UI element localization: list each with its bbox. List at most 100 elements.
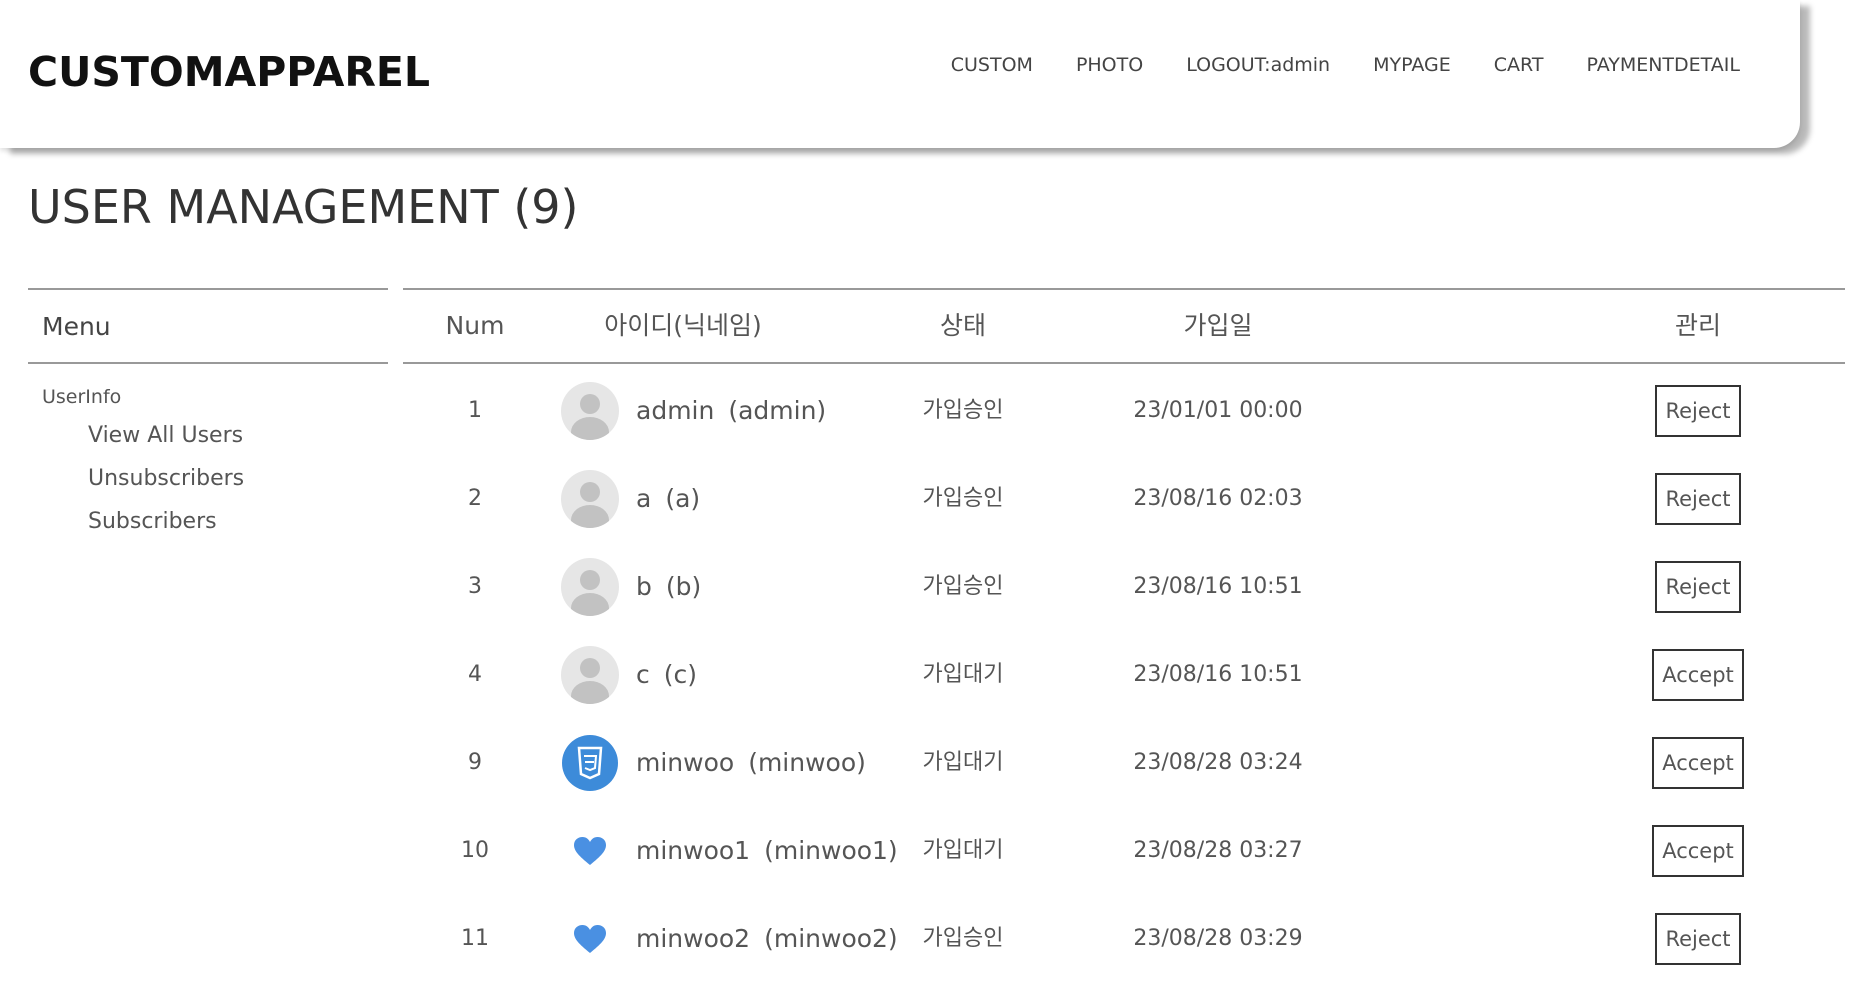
sidebar: Menu UserInfo View All Users Unsubscribe… xyxy=(28,288,388,543)
row-user[interactable]: minwoo1 (minwoo1) xyxy=(636,807,898,895)
table-header: Num 아이디(닉네임) 상태 가입일 관리 xyxy=(403,288,1845,364)
top-header: CUSTOMAPPAREL CUSTOM PHOTO LOGOUT:admin MYP… xyxy=(0,0,1800,148)
row-manage: Reject xyxy=(1573,543,1823,631)
column-header-status: 상태 xyxy=(939,311,986,340)
row-num: 11 xyxy=(461,926,489,951)
accept-button[interactable]: Accept xyxy=(1652,737,1744,789)
user-nickname: (c) xyxy=(663,660,698,689)
user-id: a xyxy=(636,484,652,513)
row-manage: Accept xyxy=(1573,719,1823,807)
reject-button[interactable]: Reject xyxy=(1655,561,1741,613)
table-row: 1 admin (admin) 가입승인 23/01/01 00:00 Reject xyxy=(403,367,1845,455)
row-manage: Reject xyxy=(1573,367,1823,455)
column-header-num: Num xyxy=(445,311,505,340)
row-user[interactable]: c (c) xyxy=(636,631,697,719)
row-avatar xyxy=(561,895,619,983)
reject-button[interactable]: Reject xyxy=(1655,473,1741,525)
nav-custom[interactable]: CUSTOM xyxy=(951,54,1033,76)
nav-cart[interactable]: CART xyxy=(1494,54,1544,76)
sidebar-header: Menu xyxy=(28,288,388,364)
default-avatar-icon xyxy=(561,558,619,616)
row-avatar xyxy=(561,367,619,455)
row-num: 2 xyxy=(468,486,482,511)
row-join-date: 23/08/28 03:29 xyxy=(1133,926,1303,951)
reject-button[interactable]: Reject xyxy=(1655,385,1741,437)
row-avatar xyxy=(561,543,619,631)
user-id: b xyxy=(636,572,652,601)
column-header-manage: 관리 xyxy=(1674,311,1721,340)
row-status: 가입승인 xyxy=(922,926,1004,951)
row-status: 가입대기 xyxy=(922,838,1004,863)
user-id: c xyxy=(636,660,650,689)
row-avatar xyxy=(561,719,619,807)
accept-button[interactable]: Accept xyxy=(1652,825,1744,877)
row-user[interactable]: a (a) xyxy=(636,455,700,543)
row-manage: Accept xyxy=(1573,807,1823,895)
row-avatar xyxy=(561,631,619,719)
heart-icon xyxy=(570,831,610,871)
accept-button[interactable]: Accept xyxy=(1652,649,1744,701)
default-avatar-icon xyxy=(561,646,619,704)
sidebar-section-userinfo: UserInfo xyxy=(42,386,122,408)
user-table: Num 아이디(닉네임) 상태 가입일 관리 1 admin (admin) 가입승인… xyxy=(403,288,1845,983)
row-join-date: 23/08/16 10:51 xyxy=(1133,574,1303,599)
table-row: 2 a (a) 가입승인 23/08/16 02:03 Reject xyxy=(403,455,1845,543)
css3-badge-icon xyxy=(562,735,618,791)
sidebar-links: View All Users Unsubscribers Subscribers xyxy=(28,414,388,543)
sidebar-item-subscribers[interactable]: Subscribers xyxy=(88,500,388,543)
top-nav: CUSTOM PHOTO LOGOUT:admin MYPAGE CART PAYMENT… xyxy=(951,54,1740,76)
heart-icon xyxy=(570,919,610,959)
sidebar-item-view-all-users[interactable]: View All Users xyxy=(88,414,388,457)
row-status: 가입승인 xyxy=(922,574,1004,599)
row-num: 10 xyxy=(461,838,489,863)
row-num: 4 xyxy=(468,662,482,687)
row-manage: Reject xyxy=(1573,455,1823,543)
row-num: 9 xyxy=(468,750,482,775)
table-row: 3 b (b) 가입승인 23/08/16 10:51 Reject xyxy=(403,543,1845,631)
sidebar-item-unsubscribers[interactable]: Unsubscribers xyxy=(88,457,388,500)
nav-photo[interactable]: PHOTO xyxy=(1076,54,1143,76)
column-header-joined: 가입일 xyxy=(1183,311,1253,340)
row-num: 3 xyxy=(468,574,482,599)
row-status: 가입대기 xyxy=(922,750,1004,775)
user-nickname: (minwoo) xyxy=(748,748,866,777)
table-row: 10 minwoo1 (minwoo1) 가입대기 23/08/28 03:27 Acce… xyxy=(403,807,1845,895)
row-user[interactable]: minwoo2 (minwoo2) xyxy=(636,895,898,983)
user-nickname: (minwoo1) xyxy=(764,836,898,865)
user-id: minwoo xyxy=(636,748,735,777)
row-avatar xyxy=(561,455,619,543)
user-id: minwoo2 xyxy=(636,924,751,953)
user-id: minwoo1 xyxy=(636,836,751,865)
row-status: 가입승인 xyxy=(922,486,1004,511)
row-join-date: 23/08/16 10:51 xyxy=(1133,662,1303,687)
row-user[interactable]: minwoo (minwoo) xyxy=(636,719,866,807)
row-manage: Accept xyxy=(1573,631,1823,719)
row-manage: Reject xyxy=(1573,895,1823,983)
table-row: 11 minwoo2 (minwoo2) 가입승인 23/08/28 03:29 Reje… xyxy=(403,895,1845,983)
nav-mypage[interactable]: MYPAGE xyxy=(1373,54,1451,76)
default-avatar-icon xyxy=(561,382,619,440)
table-row: 9 minwoo (minwoo) 가입대기 23/08/28 03:24 Accept xyxy=(403,719,1845,807)
row-join-date: 23/08/16 02:03 xyxy=(1133,486,1303,511)
row-user[interactable]: b (b) xyxy=(636,543,701,631)
nav-paymentdetail[interactable]: PAYMENTDETAIL xyxy=(1586,54,1740,76)
table-body: 1 admin (admin) 가입승인 23/01/01 00:00 Reject 2 a (… xyxy=(403,367,1845,983)
table-row: 4 c (c) 가입대기 23/08/16 10:51 Accept xyxy=(403,631,1845,719)
row-avatar xyxy=(561,807,619,895)
row-join-date: 23/08/28 03:27 xyxy=(1133,838,1303,863)
row-user[interactable]: admin (admin) xyxy=(636,367,826,455)
nav-logout[interactable]: LOGOUT:admin xyxy=(1186,54,1330,76)
user-nickname: (a) xyxy=(665,484,701,513)
row-join-date: 23/08/28 03:24 xyxy=(1133,750,1303,775)
user-nickname: (b) xyxy=(665,572,702,601)
page-title: USER MANAGEMENT (9) xyxy=(28,180,579,234)
row-status: 가입대기 xyxy=(922,662,1004,687)
user-id: admin xyxy=(636,396,715,425)
column-header-user: 아이디(닉네임) xyxy=(604,311,762,340)
default-avatar-icon xyxy=(561,470,619,528)
reject-button[interactable]: Reject xyxy=(1655,913,1741,965)
row-status: 가입승인 xyxy=(922,398,1004,423)
user-nickname: (admin) xyxy=(728,396,827,425)
site-logo[interactable]: CUSTOMAPPAREL xyxy=(28,48,430,96)
row-join-date: 23/01/01 00:00 xyxy=(1133,398,1303,423)
